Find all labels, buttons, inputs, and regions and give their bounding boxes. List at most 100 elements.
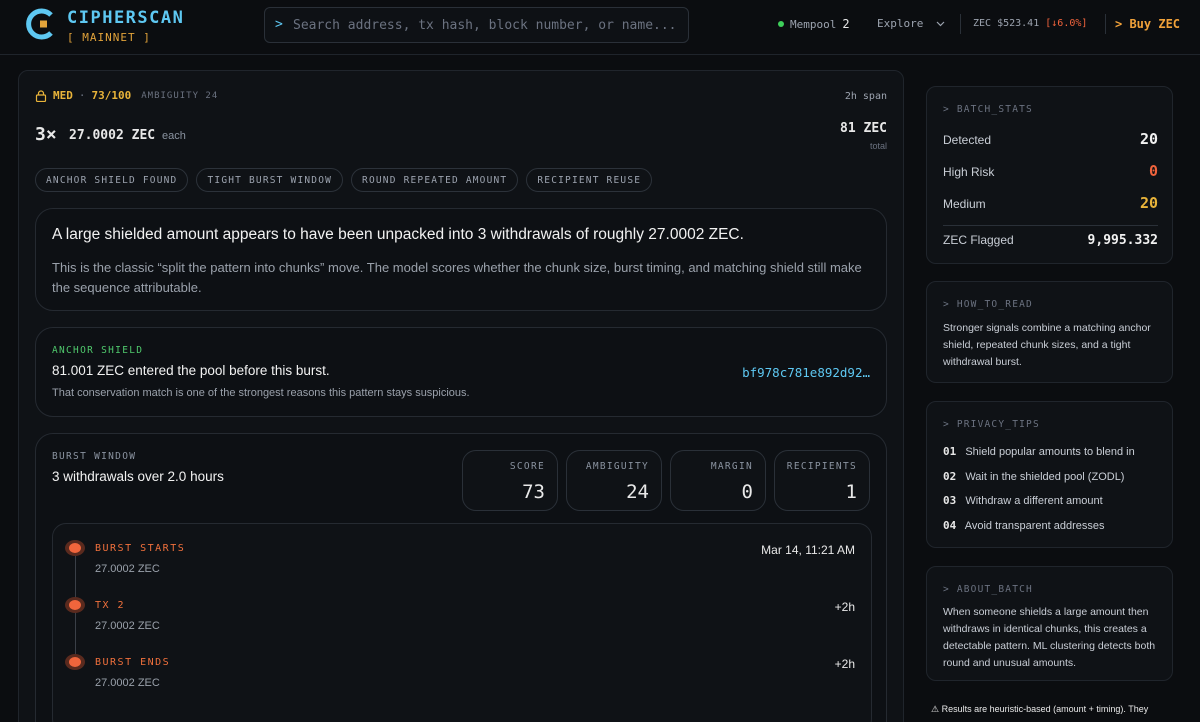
stat-row-value: 20 [1139, 194, 1158, 212]
anchor-subtext: That conservation match is one of the st… [52, 387, 470, 399]
risk-row: MED · 73/100 AMBIGUITY 24 [35, 89, 218, 102]
mempool-indicator[interactable]: Mempool 2 [778, 17, 850, 31]
tip-text: Shield popular amounts to blend in [965, 446, 1135, 458]
stat-recipients: RECIPIENTS 1 [774, 450, 870, 511]
anchor-tx-link[interactable]: bf978c781e892d92… [742, 365, 870, 380]
brand-name[interactable]: CIPHERSCAN [67, 8, 184, 28]
tag-anchor-shield: ANCHOR SHIELD FOUND [35, 168, 189, 192]
about-batch-panel: > ABOUT_BATCH When someone shields a lar… [926, 566, 1173, 681]
stat-value: 0 [741, 481, 753, 503]
about-batch-body: When someone shields a large amount then… [943, 606, 1156, 669]
privacy-tip-item: 04 Avoid transparent addresses [943, 519, 1163, 539]
signal-tags: ANCHOR SHIELD FOUND TIGHT BURST WINDOW R… [35, 168, 653, 192]
tip-number: 01 [943, 445, 957, 458]
withdrawal-count: 3× [35, 124, 57, 145]
chevron-down-icon [936, 21, 945, 27]
timeline-title: BURST ENDS [95, 657, 171, 668]
risk-score: 73/100 [91, 89, 132, 102]
risk-separator: · [78, 89, 86, 102]
how-to-read-panel: > HOW_TO_READ Stronger signals combine a… [926, 281, 1173, 383]
timeline-time: Mar 14, 11:21 AM [761, 543, 855, 557]
zec-price-change: [↓6.0%] [1045, 18, 1088, 29]
stat-value: 24 [626, 481, 649, 503]
timeline-item[interactable]: BURST STARTS 27.0002 ZEC Mar 14, 11:21 A… [53, 539, 871, 589]
anchor-heading: 81.001 ZEC entered the pool before this … [52, 363, 330, 378]
pattern-card: MED · 73/100 AMBIGUITY 24 2h span 3× 27.… [18, 70, 904, 722]
stat-label: RECIPIENTS [786, 461, 857, 472]
tag-round-amount: ROUND REPEATED AMOUNT [351, 168, 519, 192]
privacy-tip-item: 02 Wait in the shielded pool (ZODL) [943, 470, 1163, 490]
anchor-label: ANCHOR SHIELD [52, 345, 144, 356]
privacy-tips-panel: > PRIVACY_TIPS 01 Shield popular amounts… [926, 401, 1173, 548]
timeline-amount: 27.0002 ZEC [95, 677, 160, 689]
stat-row-label: Medium [943, 197, 986, 211]
timeline-dot-icon [65, 654, 85, 670]
mempool-count: 2 [842, 17, 850, 31]
panel-heading: > BATCH_STATS [943, 104, 1033, 115]
stat-row-high-risk: High Risk 0 [943, 161, 1158, 185]
zec-price-label: ZEC $523.41 [973, 18, 1040, 29]
stat-row-zec-flagged: ZEC Flagged 9,995.332 [943, 229, 1158, 253]
total-label: total [869, 141, 887, 151]
timeline-time: +2h [834, 600, 855, 614]
anchor-shield-box: ANCHOR SHIELD 81.001 ZEC entered the poo… [35, 327, 887, 417]
buy-zec-button[interactable]: > Buy ZEC [1115, 17, 1180, 31]
explore-menu[interactable]: Explore [877, 17, 945, 30]
stat-row-detected: Detected 20 [943, 129, 1158, 153]
status-dot-icon [778, 21, 784, 27]
timeline-item[interactable]: TX 2 27.0002 ZEC +2h [53, 596, 871, 646]
how-to-read-body: Stronger signals combine a matching anch… [943, 322, 1151, 368]
timeline-title: BURST STARTS [95, 543, 186, 554]
panel-heading: > HOW_TO_READ [943, 299, 1033, 310]
zec-price: ZEC $523.41 [↓6.0%] [973, 18, 1087, 29]
stat-value: 73 [522, 481, 545, 503]
tip-text: Withdraw a different amount [965, 495, 1103, 507]
stat-row-value: 9,995.332 [1087, 233, 1158, 248]
header-divider [960, 14, 961, 34]
ambiguity-label: AMBIGUITY 24 [141, 90, 219, 101]
tag-tight-burst: TIGHT BURST WINDOW [196, 168, 344, 192]
tag-recipient-reuse: RECIPIENT REUSE [526, 168, 653, 192]
heuristic-disclaimer: ⚠ Results are heuristic-based (amount + … [931, 704, 1149, 714]
timeline-amount: 27.0002 ZEC [95, 563, 160, 575]
timeline-time: +2h [834, 657, 855, 671]
stat-row-value: 0 [1148, 162, 1158, 180]
stat-row-value: 20 [1139, 130, 1158, 148]
summary-box: A large shielded amount appears to have … [35, 208, 887, 311]
privacy-tip-item: 03 Withdraw a different amount [943, 494, 1163, 514]
stat-row-label: ZEC Flagged [943, 233, 1014, 247]
network-label: [ MAINNET ] [67, 31, 151, 44]
burst-label: BURST WINDOW [52, 451, 137, 462]
stat-label: MARGIN [710, 461, 753, 472]
search-prompt-icon: > [275, 17, 283, 32]
burst-window-box: BURST WINDOW 3 withdrawals over 2.0 hour… [35, 433, 887, 722]
summary-heading: A large shielded amount appears to have … [52, 226, 744, 243]
top-bar: CIPHERSCAN [ MAINNET ] > Mempool 2 Explo… [0, 0, 1200, 55]
timeline-item[interactable]: BURST ENDS 27.0002 ZEC +2h [53, 653, 871, 703]
search-box[interactable]: > [264, 7, 689, 43]
stat-margin: MARGIN 0 [670, 450, 766, 511]
tip-number: 02 [943, 470, 957, 483]
timeline-dot-icon [65, 540, 85, 556]
timeline-dot-icon [65, 597, 85, 613]
header-divider [1105, 14, 1106, 34]
chunk-amount: 27.0002 ZEC [69, 128, 156, 143]
stat-row-label: High Risk [943, 165, 995, 179]
privacy-tip-item: 01 Shield popular amounts to blend in [943, 445, 1163, 465]
stat-value: 1 [845, 481, 857, 503]
risk-level-badge: MED [53, 89, 73, 102]
stat-row-medium: Medium 20 [943, 193, 1158, 217]
explore-label: Explore [877, 17, 924, 30]
stat-label: SCORE [509, 461, 545, 472]
tip-number: 03 [943, 494, 957, 507]
panel-heading: > ABOUT_BATCH [943, 584, 1033, 595]
summary-body: This is the classic “split the pattern i… [52, 260, 862, 295]
stat-divider [943, 225, 1158, 226]
cipherscan-logo-icon[interactable] [24, 6, 60, 42]
burst-heading: 3 withdrawals over 2.0 hours [52, 469, 224, 484]
search-input[interactable] [293, 12, 678, 38]
stat-label: AMBIGUITY [585, 461, 649, 472]
timeline-amount: 27.0002 ZEC [95, 620, 160, 632]
tip-number: 04 [943, 519, 957, 532]
stat-ambiguity: AMBIGUITY 24 [566, 450, 662, 511]
